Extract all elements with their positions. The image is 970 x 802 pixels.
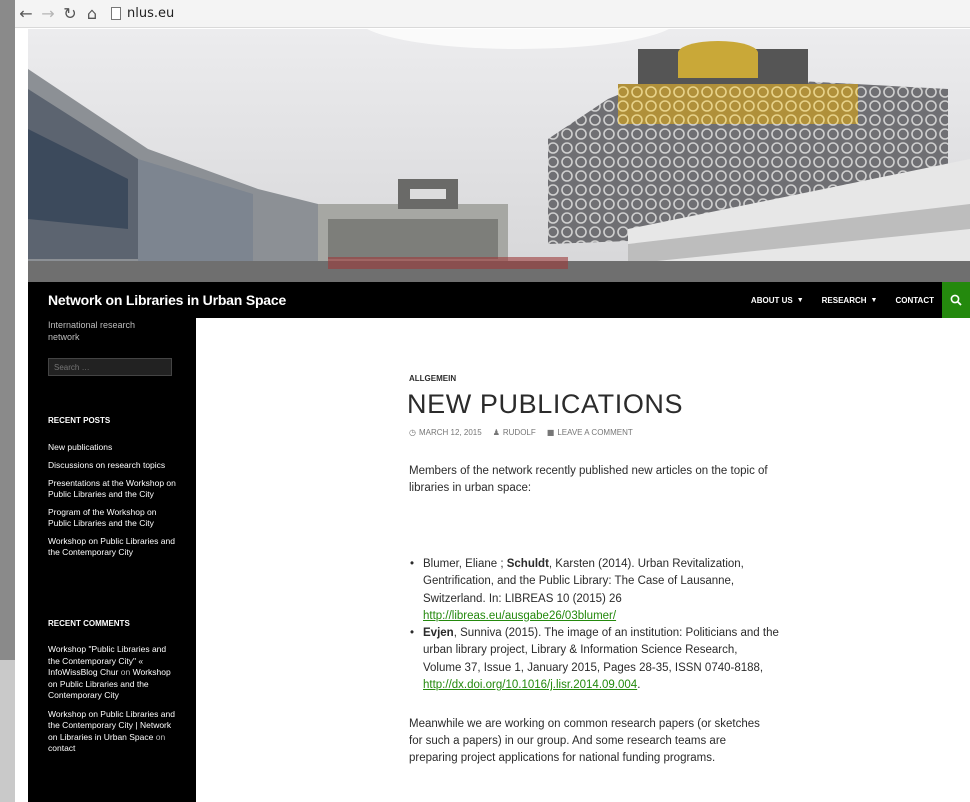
nav-research[interactable]: RESEARCH ▼ — [822, 296, 878, 305]
header-photo — [28, 29, 970, 282]
reference-item: Blumer, Eliane ; Schuldt, Karsten (2014)… — [409, 556, 779, 625]
intro-paragraph: Members of the network recently publishe… — [409, 463, 769, 497]
caret-down-icon: ▼ — [870, 296, 878, 304]
references-list: Blumer, Eliane ; Schuldt, Karsten (2014)… — [409, 556, 779, 694]
ref-link[interactable]: http://libreas.eu/ausgabe26/03blumer/ — [423, 610, 616, 622]
browser-toolbar: ← → ↻ ⌂ nlus.eu — [15, 0, 970, 28]
site-header: Network on Libraries in Urban Space ABOU… — [28, 282, 970, 318]
window-edge — [0, 0, 15, 802]
nav-label: ABOUT US — [750, 295, 793, 305]
url-text[interactable]: nlus.eu — [127, 6, 174, 21]
address-bar[interactable]: nlus.eu — [111, 6, 174, 21]
clock-icon: ◷ — [409, 428, 416, 437]
comment-post-link[interactable]: contact — [48, 743, 75, 753]
reference-item: Evjen, Sunniva (2015). The image of an i… — [409, 625, 779, 694]
home-icon[interactable]: ⌂ — [81, 4, 103, 24]
ref-tail: . — [637, 679, 641, 692]
closing-text: Meanwhile we are working on common resea… — [409, 718, 760, 764]
comment-on-text: on — [120, 667, 131, 677]
recent-post-link[interactable]: Workshop on Public Libraries and the Con… — [48, 536, 176, 558]
reload-icon[interactable]: ↻ — [59, 4, 81, 24]
sidebar-search-input[interactable] — [48, 358, 172, 376]
comment-link-text: LEAVE A COMMENT — [557, 428, 633, 437]
site-tagline: International research network — [48, 320, 136, 342]
date-text: MARCH 12, 2015 — [418, 428, 482, 437]
recent-post-link[interactable]: Program of the Workshop on Public Librar… — [48, 507, 176, 529]
ref-link[interactable]: http://dx.doi.org/10.1016/j.lisr.2014.09… — [423, 679, 637, 691]
search-toggle-button[interactable] — [942, 282, 970, 318]
comment-icon: ■ — [546, 428, 555, 437]
recent-posts-list: New publications Discussions on research… — [48, 442, 176, 565]
recent-post-link[interactable]: Discussions on research topics — [48, 460, 176, 471]
entry-title: NEW PUBLICATIONS — [407, 389, 684, 419]
recent-comment: Workshop on Public Libraries and the Con… — [48, 709, 180, 755]
entry-author[interactable]: ♟ RUDOLF — [493, 428, 536, 437]
intro-text: Members of the network recently publishe… — [409, 465, 768, 494]
sidebar: International research network RECENT PO… — [28, 318, 196, 802]
primary-nav: ABOUT US ▼ RESEARCH ▼ CONTACT — [733, 282, 934, 318]
nav-contact[interactable]: CONTACT — [895, 296, 934, 305]
recent-post-link[interactable]: Presentations at the Workshop on Public … — [48, 478, 176, 500]
ref-pre: Blumer, Eliane ; — [423, 558, 507, 570]
site-title[interactable]: Network on Libraries in Urban Space — [48, 282, 286, 318]
ref-text: , Sunniva (2015). The image of an instit… — [423, 627, 779, 674]
ref-bold: Schuldt — [506, 558, 549, 570]
user-icon: ♟ — [492, 428, 500, 437]
entry-date[interactable]: ◷ MARCH 12, 2015 — [409, 428, 482, 437]
back-arrow-icon[interactable]: ← — [15, 4, 37, 24]
forward-arrow-icon[interactable]: → — [37, 4, 59, 24]
caret-down-icon: ▼ — [796, 296, 804, 304]
closing-paragraph: Meanwhile we are working on common resea… — [409, 716, 774, 767]
comment-on-text: on — [155, 731, 166, 742]
main-content: ALLGEMEIN NEW PUBLICATIONS ◷ MARCH 12, 20… — [196, 318, 970, 802]
comment-link[interactable]: ■ LEAVE A COMMENT — [547, 428, 633, 437]
header-image — [28, 29, 970, 282]
author-text: RUDOLF — [502, 428, 536, 437]
recent-comment: Workshop "Public Libraries and the Conte… — [48, 644, 180, 702]
recent-comments-list: Workshop "Public Libraries and the Conte… — [48, 644, 180, 762]
nav-label: CONTACT — [895, 295, 934, 305]
search-icon — [950, 294, 962, 306]
page-icon — [111, 7, 121, 20]
recent-posts-title: RECENT POSTS — [48, 416, 111, 425]
entry-meta: ◷ MARCH 12, 2015 ♟ RUDOLF ■ LEAVE A COMMENT — [409, 428, 644, 437]
nav-about-us[interactable]: ABOUT US ▼ — [751, 296, 804, 305]
nav-label: RESEARCH — [821, 295, 867, 305]
category-link[interactable]: ALLGEMEIN — [409, 374, 456, 383]
ref-bold: Evjen — [423, 627, 454, 640]
recent-comments-title: RECENT COMMENTS — [48, 619, 130, 628]
recent-post-link[interactable]: New publications — [48, 442, 176, 453]
